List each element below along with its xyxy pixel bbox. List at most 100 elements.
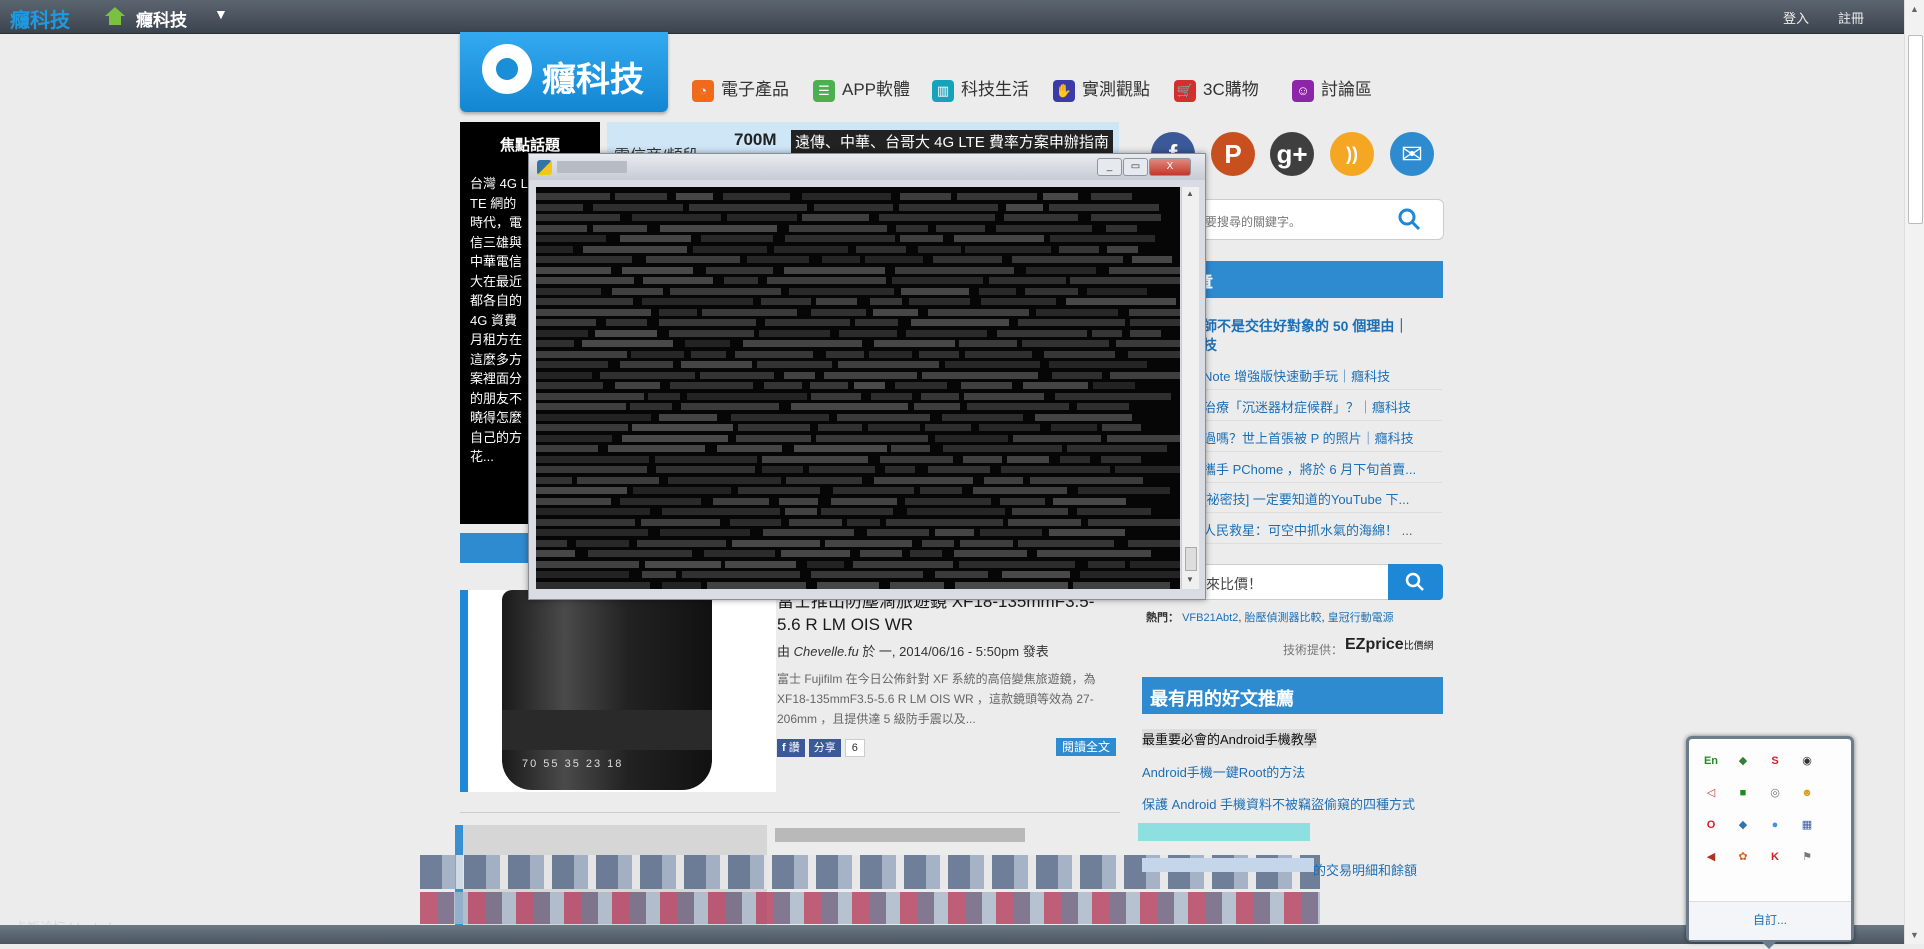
python-icon[interactable]: ◆ — [1735, 817, 1751, 833]
console-titlebar[interactable]: _ ▭ X — [529, 154, 1205, 180]
console-line-blurred — [762, 455, 869, 463]
article-link[interactable]: 師不是交往好對象的 50 個理由｜ — [1203, 316, 1408, 336]
google-plus-icon[interactable]: g+ — [1270, 132, 1314, 176]
grid-app-icon[interactable]: ▦ — [1799, 817, 1815, 833]
console-line-blurred — [927, 308, 1029, 316]
price-search-button[interactable] — [1388, 564, 1443, 600]
rss-icon: ◔ — [692, 79, 714, 102]
page-scrollbar[interactable]: ▲ ▼ — [1904, 0, 1924, 944]
login-link[interactable]: 登入 — [1783, 8, 1809, 27]
console-output-blurred[interactable] — [536, 187, 1180, 589]
console-scroll-down-icon[interactable]: ▼ — [1186, 575, 1194, 584]
console-line-blurred — [659, 529, 751, 536]
recommended-link[interactable]: 最重要必會的Android手機教學 — [1142, 729, 1317, 748]
price-search-input[interactable]: 來比價！ — [1185, 564, 1390, 600]
s-app-icon[interactable]: S — [1767, 753, 1783, 769]
network-icon[interactable]: ◆ — [1735, 753, 1751, 769]
article-link[interactable]: 人民救星：可空中抓水氣的海綿！ ... — [1203, 520, 1412, 539]
minimize-button[interactable]: _ — [1097, 158, 1122, 176]
gear-app-icon[interactable]: ✿ — [1735, 849, 1751, 865]
nav-item[interactable]: ☺ 討論區 — [1292, 75, 1372, 102]
share-button[interactable]: 分享 — [808, 739, 841, 757]
console-line-blurred — [786, 476, 863, 484]
console-line-blurred — [688, 203, 808, 211]
nav-item-label: 科技生活 — [961, 80, 1029, 99]
article-link[interactable]: 治療「沉迷器材症候群」？｜癮科技 — [1203, 397, 1411, 416]
console-line-blurred — [1130, 319, 1180, 326]
home-icon[interactable] — [104, 5, 126, 27]
hot-keyword-link[interactable]: 皇冠行動電源 — [1328, 612, 1394, 624]
recommended-link[interactable]: 保護 Android 手機資料不被竊盜偷窺的四種方式 — [1142, 794, 1415, 813]
console-line-blurred — [726, 214, 798, 221]
console-line-blurred — [980, 529, 1042, 536]
scroll-up-icon[interactable]: ▲ — [1910, 4, 1919, 14]
console-line-blurred — [1106, 245, 1138, 253]
nav-item[interactable]: ◔ 電子產品 — [692, 75, 789, 102]
recommended-heading: 最有用的好文推薦 — [1142, 677, 1443, 714]
steam-icon[interactable]: ◉ — [1799, 753, 1815, 769]
console-line-blurred — [706, 581, 807, 589]
article-link[interactable]: Note 增強版快速動手玩｜癮科技 — [1203, 366, 1390, 385]
console-line-blurred — [919, 487, 963, 494]
monitor-icon[interactable]: ■ — [1735, 785, 1751, 801]
console-line-blurred — [536, 308, 652, 316]
console-line-blurred — [645, 256, 741, 263]
console-line-blurred — [761, 466, 804, 473]
hot-keyword-link[interactable]: VFB21Abt2 — [1182, 612, 1238, 624]
article-link[interactable]: 過嗎？世上首張被 P 的照片｜癮科技 — [1203, 428, 1414, 447]
flag-icon[interactable]: ⚑ — [1799, 849, 1815, 865]
speaker-muted-icon[interactable]: ◁ — [1703, 785, 1719, 801]
article-thumbnail[interactable]: 70 55 35 23 18 — [460, 590, 776, 792]
fb-like-button[interactable]: f 讚 — [777, 739, 805, 757]
nav-item[interactable]: ✋ 實測觀點 — [1053, 75, 1150, 102]
volume-icon[interactable]: ◀ — [1703, 849, 1719, 865]
register-link[interactable]: 註冊 — [1838, 8, 1864, 27]
console-line-blurred — [1077, 487, 1171, 494]
read-more-button[interactable]: 閱讀全文 — [1056, 738, 1117, 756]
plurk-icon[interactable]: P — [1211, 132, 1255, 176]
site-logo[interactable]: 癮科技 — [460, 32, 668, 112]
k-app-icon[interactable]: K — [1767, 849, 1783, 865]
console-line-blurred — [723, 277, 759, 284]
scroll-down-icon[interactable]: ▼ — [1910, 930, 1919, 940]
focus-text[interactable]: 台灣 4G LTE 網的時代，電信三雄與中華電信大在最近都各自的 4G 資費月租… — [470, 174, 528, 467]
hot-keyword-link[interactable]: 胎壓偵測器比較 — [1244, 612, 1321, 624]
console-line-blurred — [1017, 319, 1126, 326]
console-line-blurred — [536, 224, 588, 232]
nav-item[interactable]: ☰ APP軟體 — [813, 75, 910, 102]
mail-icon[interactable]: ✉ — [1390, 132, 1434, 176]
console-line-blurred — [611, 287, 663, 295]
opera-icon[interactable]: O — [1703, 817, 1719, 833]
search-icon[interactable] — [1398, 208, 1420, 230]
console-scroll-up-icon[interactable]: ▲ — [1186, 189, 1194, 198]
recommended-link[interactable]: 的交易明細和餘額 — [1313, 860, 1417, 879]
maximize-button[interactable]: ▭ — [1123, 158, 1148, 176]
dropdown-arrow-icon[interactable]: ▼ — [214, 6, 228, 22]
console-line-blurred — [680, 403, 780, 410]
search-app-icon[interactable]: ◎ — [1767, 785, 1783, 801]
console-line-blurred — [988, 277, 1067, 284]
customize-link[interactable]: 自訂... — [1689, 901, 1851, 940]
en-ime-icon[interactable]: En — [1703, 753, 1719, 769]
console-scrollbar[interactable]: ▲ ▼ — [1181, 187, 1199, 589]
ezprice-logo[interactable]: EZprice比價網 — [1345, 636, 1434, 654]
recommended-link[interactable]: Android手機一鍵Root的方法 — [1142, 762, 1305, 781]
article-author[interactable]: Chevelle.fu — [794, 644, 859, 659]
article-link[interactable]: 攜手 PChome ，將於 6 月下旬首賣... — [1203, 459, 1416, 478]
close-button[interactable]: X — [1149, 158, 1191, 176]
console-line-blurred — [577, 476, 660, 484]
scrollbar-thumb[interactable] — [1908, 35, 1923, 224]
console-line-blurred — [871, 392, 913, 400]
site-name[interactable]: 癮科技 — [10, 4, 70, 33]
cart-icon: 🛒 — [1174, 79, 1196, 102]
home-link[interactable]: 癮科技 — [136, 6, 187, 31]
nav-item[interactable]: ▥ 科技生活 — [932, 75, 1029, 102]
article-link[interactable]: [祕密技] 一定要知道的YouTube 下... — [1203, 489, 1409, 508]
rss-feed-icon[interactable]: )) — [1330, 132, 1374, 176]
nav-item[interactable]: 🛒 3C購物 — [1174, 75, 1259, 102]
console-line-blurred — [536, 203, 584, 211]
console-scroll-thumb[interactable] — [1185, 547, 1197, 571]
python-console-window[interactable]: _ ▭ X ▲ ▼ — [528, 153, 1206, 600]
face-app-icon[interactable]: ☻ — [1799, 785, 1815, 801]
globe-icon[interactable]: ● — [1767, 817, 1783, 833]
